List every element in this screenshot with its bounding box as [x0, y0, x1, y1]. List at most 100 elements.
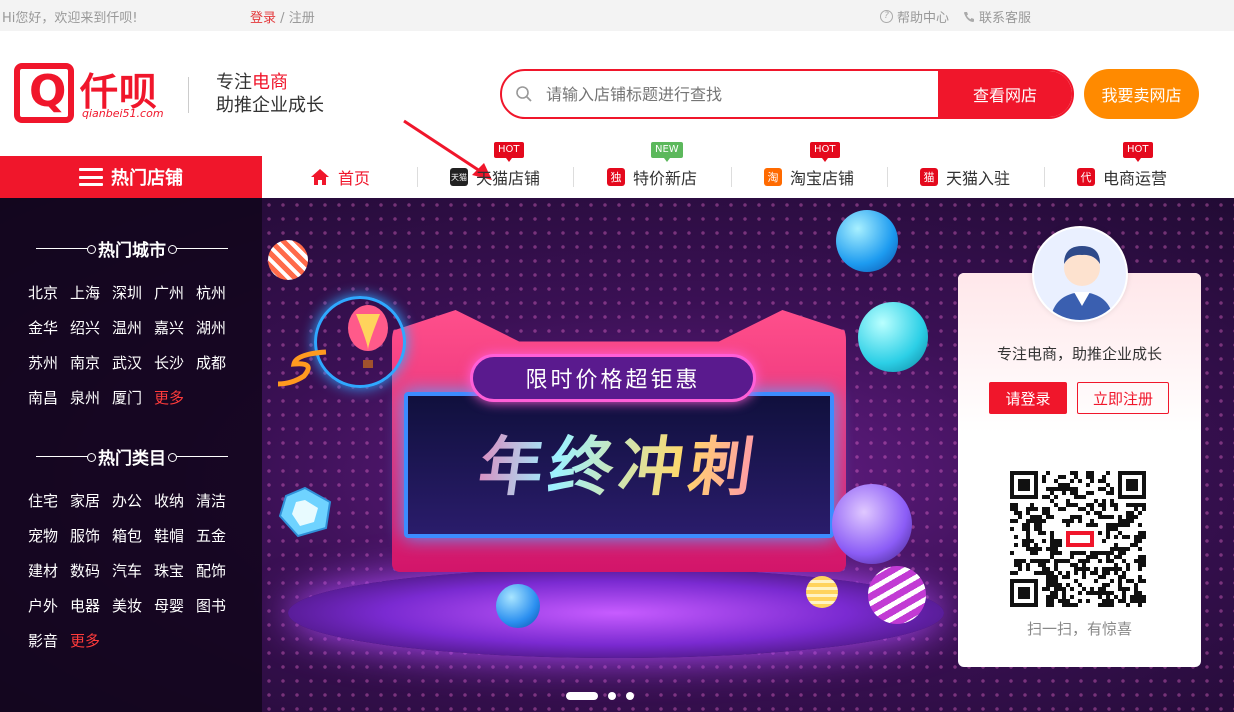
- city-item[interactable]: 长沙: [154, 352, 196, 373]
- city-item[interactable]: 嘉兴: [154, 317, 196, 338]
- hot-shops-menu[interactable]: 热门店铺: [0, 156, 262, 198]
- main-nav: 热门店铺 首页 HOT 天猫 天猫店铺 NEW 独 特价新店 HOT 淘 淘宝店…: [0, 142, 1234, 198]
- city-item[interactable]: 杭州: [196, 282, 238, 303]
- welcome-text: Hi您好，欢迎来到仟呗!: [2, 11, 138, 26]
- nav-label-tmall-shops: 天猫店铺: [476, 169, 541, 188]
- category-item[interactable]: 电器: [70, 595, 112, 616]
- pager-dot[interactable]: [626, 692, 634, 700]
- auth-separator: /: [280, 11, 285, 26]
- hot-categories-label: 热门类目: [98, 449, 166, 469]
- hot-shops-label: 热门店铺: [111, 168, 183, 189]
- city-item[interactable]: 武汉: [112, 352, 154, 373]
- hot-badge: HOT: [810, 142, 840, 162]
- hot-air-balloon-icon: [348, 305, 388, 368]
- nav-separator: [573, 167, 574, 187]
- nav-item-special-new[interactable]: NEW 独 特价新店: [607, 142, 697, 198]
- login-link[interactable]: 登录: [250, 11, 276, 26]
- category-item[interactable]: 图书: [196, 595, 238, 616]
- category-item[interactable]: 服饰: [70, 525, 112, 546]
- category-item[interactable]: 清洁: [196, 490, 238, 511]
- category-item[interactable]: 五金: [196, 525, 238, 546]
- banner-title: 年终冲刺: [424, 416, 817, 508]
- blue-ball-icon: [836, 210, 898, 272]
- city-item[interactable]: 金华: [28, 317, 70, 338]
- nav-item-tmall-join[interactable]: 猫 天猫入驻: [920, 156, 1010, 198]
- search-input[interactable]: [546, 71, 938, 117]
- sell-shop-button[interactable]: 我要卖网店: [1084, 69, 1199, 119]
- logo-q-mark: [14, 63, 74, 123]
- nav-separator: [731, 167, 732, 187]
- category-item[interactable]: 家居: [70, 490, 112, 511]
- category-more-link[interactable]: 更多: [70, 630, 112, 651]
- city-item[interactable]: 南昌: [28, 387, 70, 408]
- login-button[interactable]: 请登录: [989, 382, 1067, 414]
- city-item[interactable]: 北京: [28, 282, 70, 303]
- nav-label-ecommerce-ops: 电商运营: [1103, 169, 1168, 188]
- new-badge: NEW: [651, 142, 683, 162]
- category-item[interactable]: 数码: [70, 560, 112, 581]
- city-item[interactable]: 温州: [112, 317, 154, 338]
- logo-url: qianbei51.com: [82, 107, 164, 120]
- register-link[interactable]: 注册: [289, 11, 315, 26]
- banner-subtitle: 限时价格超钜惠: [470, 354, 756, 402]
- nav-separator: [1044, 167, 1045, 187]
- header: 仟呗 qianbei51.com 专注电商 助推企业成长 查看网店 我要卖网店: [0, 31, 1234, 180]
- contact-service-link[interactable]: 联系客服: [963, 7, 1031, 26]
- city-item[interactable]: 上海: [70, 282, 112, 303]
- category-item[interactable]: 鞋帽: [154, 525, 196, 546]
- city-item[interactable]: 成都: [196, 352, 238, 373]
- nav-item-taobao-shops[interactable]: HOT 淘 淘宝店铺: [764, 142, 854, 198]
- city-item[interactable]: 绍兴: [70, 317, 112, 338]
- contact-service-label: 联系客服: [979, 11, 1032, 26]
- category-item[interactable]: 住宅: [28, 490, 70, 511]
- city-more-link[interactable]: 更多: [154, 387, 196, 408]
- cyan-ball-icon: [858, 302, 928, 372]
- city-item[interactable]: 南京: [70, 352, 112, 373]
- category-item[interactable]: 宠物: [28, 525, 70, 546]
- slogan-line2: 助推企业成长: [216, 95, 324, 116]
- category-item[interactable]: 配饰: [196, 560, 238, 581]
- nav-item-home[interactable]: 首页: [310, 156, 370, 198]
- home-icon: [311, 169, 329, 185]
- site-logo[interactable]: 仟呗 qianbei51.com: [14, 63, 167, 125]
- phone-icon: [964, 11, 975, 22]
- hot-categories-title: 热门类目: [36, 444, 228, 469]
- category-item[interactable]: 建材: [28, 560, 70, 581]
- category-item[interactable]: 美妆: [112, 595, 154, 616]
- pager-dot[interactable]: [566, 692, 598, 700]
- hot-cities-title: 热门城市: [36, 236, 228, 261]
- city-item[interactable]: 湖州: [196, 317, 238, 338]
- pager-dot[interactable]: [608, 692, 616, 700]
- dai-icon: 代: [1077, 168, 1095, 186]
- user-avatar: [1032, 226, 1128, 322]
- scan-prompt: 扫一扫，有惊喜: [1026, 620, 1132, 638]
- category-item[interactable]: 母婴: [154, 595, 196, 616]
- city-list: 北京 上海 深圳 广州 杭州金华 绍兴 温州 嘉兴 湖州苏州 南京 武汉 长沙 成都南昌 泉州 厦门 更多: [28, 282, 238, 408]
- category-item[interactable]: 户外: [28, 595, 70, 616]
- swirl-icon: [277, 349, 327, 387]
- slogan-prefix: 专注: [216, 72, 252, 93]
- category-item[interactable]: 箱包: [112, 525, 154, 546]
- help-center-label: 帮助中心: [897, 11, 950, 26]
- help-center-link[interactable]: ? 帮助中心: [880, 7, 949, 26]
- hot-cities-label: 热门城市: [98, 241, 166, 261]
- small-blue-ball-icon: [496, 584, 540, 628]
- nav-item-tmall-shops[interactable]: HOT 天猫 天猫店铺: [450, 142, 541, 198]
- category-item[interactable]: 收纳: [154, 490, 196, 511]
- category-item[interactable]: 汽车: [112, 560, 154, 581]
- city-item[interactable]: 泉州: [70, 387, 112, 408]
- city-item[interactable]: 厦门: [112, 387, 154, 408]
- category-item[interactable]: 珠宝: [154, 560, 196, 581]
- city-item[interactable]: 广州: [154, 282, 196, 303]
- city-item[interactable]: 苏州: [28, 352, 70, 373]
- banner-stage: [288, 568, 944, 658]
- hot-sidebar: 热门城市 北京 上海 深圳 广州 杭州金华 绍兴 温州 嘉兴 湖州苏州 南京 武汉 长沙 成都南昌 泉州厦…: [0, 198, 262, 712]
- city-item[interactable]: 深圳: [112, 282, 154, 303]
- search-button[interactable]: 查看网店: [938, 71, 1072, 117]
- nav-item-ecommerce-ops[interactable]: HOT 代 电商运营: [1077, 142, 1168, 198]
- category-item[interactable]: 办公: [112, 490, 154, 511]
- login-card: 专注电商，助推企业成长 请登录 立即注册 扫一扫，有惊喜: [958, 273, 1201, 667]
- register-button[interactable]: 立即注册: [1077, 382, 1169, 414]
- category-item[interactable]: 影音: [28, 630, 70, 651]
- category-list: 住宅 家居 办公 收纳 清洁宠物 服饰 箱包 鞋帽 五金建材 数码 汽车 珠宝 配饰户外 电器 美妆 母婴 图书…: [28, 490, 238, 651]
